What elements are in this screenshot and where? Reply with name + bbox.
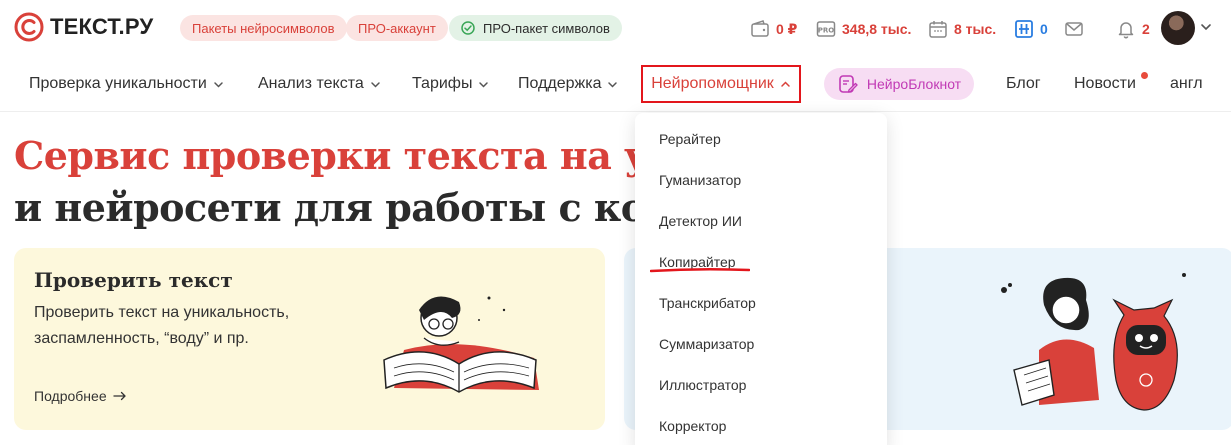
- grid-counter-icon: [1015, 20, 1033, 38]
- girl-and-robot-illustration: [1001, 273, 1186, 411]
- check-circle-icon: [461, 21, 475, 35]
- calendar-symbols[interactable]: 8 тыс.: [928, 16, 996, 42]
- tasks-counter[interactable]: 0: [1014, 16, 1048, 42]
- chevron-down-icon: [214, 81, 223, 88]
- news-unread-dot: [1141, 72, 1148, 79]
- messages-button[interactable]: [1064, 16, 1084, 42]
- site-logo[interactable]: ТЕКСТ.РУ: [14, 10, 153, 44]
- language-switch[interactable]: англ: [1170, 70, 1203, 98]
- neuro-symbols-packages-chip[interactable]: Пакеты нейросимволов: [180, 15, 347, 41]
- calendar-symbols-value: 8 тыс.: [954, 21, 997, 37]
- pro-symbols-package-chip[interactable]: ПРО-пакет символов: [449, 15, 622, 41]
- pro-symbols-balance[interactable]: PRO 348,8 тыс.: [816, 16, 911, 42]
- svg-text:PRO: PRO: [818, 27, 835, 35]
- wallet-icon: [751, 20, 769, 37]
- notifications-button[interactable]: 2: [1116, 16, 1150, 42]
- notebook-pen-icon: [839, 75, 858, 93]
- nav-item-news[interactable]: Новости: [1074, 70, 1136, 98]
- hero-title-line2: и нейросети для работы с конт: [14, 185, 696, 230]
- main-nav: Проверка уникальности Анализ текста Тари…: [0, 56, 1231, 112]
- neuro-notebook-button[interactable]: НейроБлокнот: [824, 68, 974, 100]
- logo-text: ТЕКСТ.РУ: [50, 14, 154, 39]
- chevron-down-icon: [608, 81, 618, 88]
- nav-item-support[interactable]: Поддержка: [518, 70, 618, 98]
- pro-symbols-package-label: ПРО-пакет символов: [483, 20, 610, 36]
- neuro-assistant-dropdown: Рерайтер Гуманизатор Детектор ИИ Копирай…: [635, 113, 887, 445]
- wallet-balance-value: 0 ₽: [776, 20, 798, 37]
- tasks-counter-value: 0: [1040, 21, 1048, 37]
- dropdown-item-summarizer[interactable]: Суммаризатор: [659, 336, 754, 352]
- card-description: Проверить текст на уникальность, заспамл…: [34, 304, 290, 347]
- calendar-icon: [929, 21, 947, 38]
- chevron-down-icon[interactable]: [1200, 21, 1212, 33]
- nav-item-label: Тарифы: [412, 75, 473, 92]
- chevron-down-icon: [479, 81, 489, 88]
- dropdown-item-rewriter[interactable]: Рерайтер: [659, 131, 721, 147]
- pro-symbols-value: 348,8 тыс.: [842, 21, 912, 37]
- copyright-logo-icon: [14, 12, 44, 42]
- chevron-up-icon: [781, 80, 790, 87]
- more-link[interactable]: Подробнее: [34, 388, 127, 404]
- mail-icon: [1065, 22, 1083, 36]
- dropdown-item-transcriber[interactable]: Транскрибатор: [659, 295, 756, 311]
- bell-icon: [1118, 22, 1134, 39]
- arrow-right-icon: [112, 391, 126, 401]
- notifications-count: 2: [1142, 21, 1150, 37]
- more-link-label: Подробнее: [34, 388, 107, 404]
- nav-item-blog[interactable]: Блог: [1006, 70, 1041, 98]
- nav-item-text-analysis[interactable]: Анализ текста: [258, 70, 381, 98]
- chevron-down-icon: [370, 81, 380, 88]
- nav-item-label: Анализ текста: [258, 75, 364, 92]
- nav-item-tariffs[interactable]: Тарифы: [412, 70, 489, 98]
- nav-item-neuro-assistant[interactable]: Нейропомощник: [641, 65, 801, 103]
- nav-item-label: Нейропомощник: [651, 75, 774, 92]
- top-bar: ТЕКСТ.РУ Пакеты нейросимволов ПРО-аккаун…: [0, 0, 1231, 56]
- nav-item-uniqueness-check[interactable]: Проверка уникальности: [29, 70, 224, 98]
- dropdown-item-humanizer[interactable]: Гуманизатор: [659, 172, 741, 188]
- check-text-card[interactable]: Проверить текст Проверить текст на уника…: [14, 248, 605, 430]
- dropdown-item-illustrator[interactable]: Иллюстратор: [659, 377, 746, 393]
- copywriter-underline-annotation: [650, 267, 750, 273]
- pro-badge-icon: PRO: [816, 21, 836, 37]
- neuro-notebook-label: НейроБлокнот: [866, 76, 962, 92]
- user-avatar[interactable]: [1161, 11, 1195, 45]
- nav-item-label: Проверка уникальности: [29, 75, 207, 92]
- dropdown-item-corrector[interactable]: Корректор: [659, 418, 726, 434]
- hero-title-line1: Сервис проверки текста на уни: [14, 133, 703, 178]
- pro-account-chip[interactable]: ПРО-аккаунт: [346, 15, 448, 41]
- dropdown-item-ai-detector[interactable]: Детектор ИИ: [659, 213, 742, 229]
- wallet-balance[interactable]: 0 ₽: [750, 16, 797, 42]
- card-title: Проверить текст: [34, 268, 233, 292]
- reading-person-illustration: [383, 296, 539, 393]
- nav-item-label: Поддержка: [518, 75, 602, 92]
